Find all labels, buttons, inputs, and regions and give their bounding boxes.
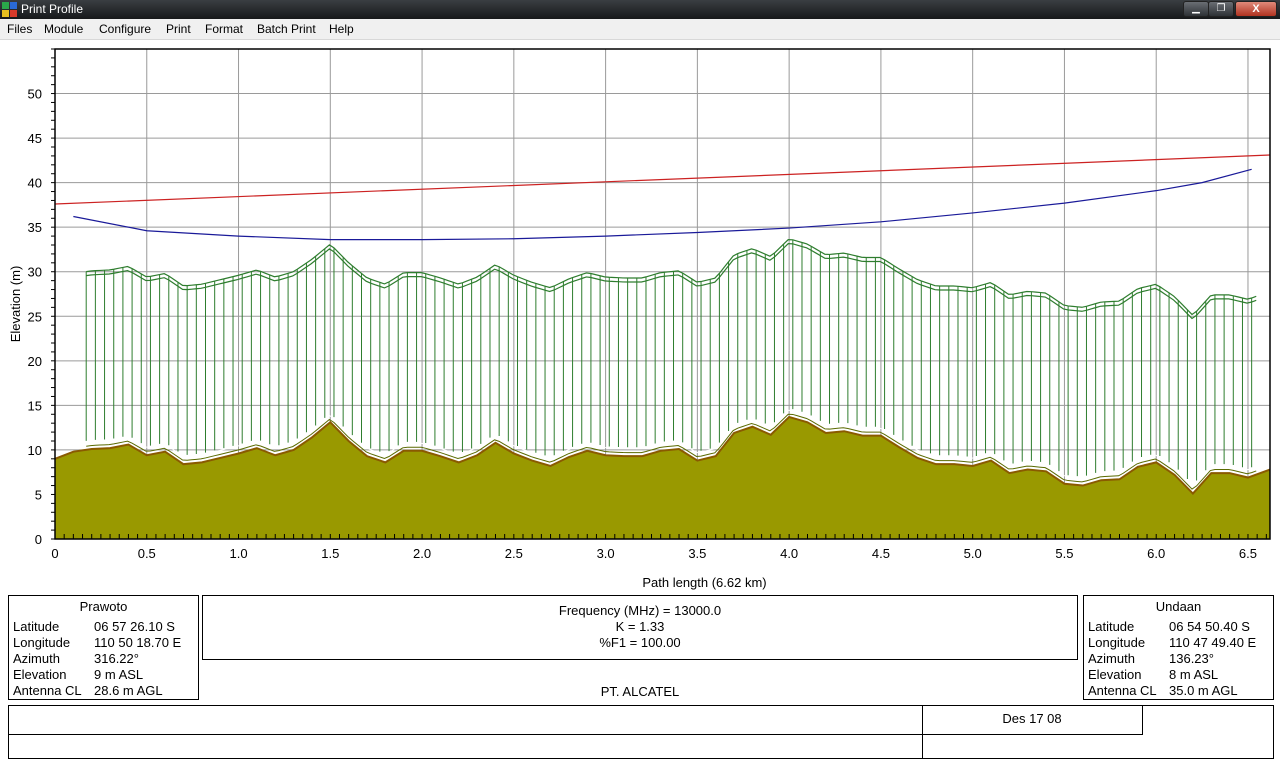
x-tick-label: 4.0 <box>780 546 798 561</box>
company-name: PT. ALCATEL <box>600 684 680 699</box>
menu-bar: Files Module Configure Print Format Batc… <box>0 19 1280 40</box>
site-left-name: Prawoto <box>79 599 128 614</box>
y-tick-label: 20 <box>28 354 42 369</box>
frequency-text: Frequency (MHz) = 13000.0 <box>558 603 722 618</box>
x-tick-label: 0.5 <box>138 546 156 561</box>
site-right-value: 06 54 50.40 S <box>1169 619 1250 634</box>
x-tick-label: 2.5 <box>505 546 523 561</box>
site-right-value: 8 m ASL <box>1169 667 1219 682</box>
x-tick-label: 1.5 <box>321 546 339 561</box>
close-button[interactable]: X <box>1235 1 1277 17</box>
x-tick-label: 1.0 <box>229 546 247 561</box>
site-left-value: 06 57 26.10 S <box>94 619 175 634</box>
y-tick-label: 25 <box>28 309 42 324</box>
x-tick-label: 6.5 <box>1239 546 1257 561</box>
x-tick-label: 3.0 <box>597 546 615 561</box>
y-tick-label: 45 <box>28 131 42 146</box>
footer-cell <box>923 735 1274 759</box>
k-factor-text: K = 1.33 <box>615 619 665 634</box>
footer-date: Des 17 08 <box>1002 711 1062 726</box>
site-left-value: 28.6 m AGL <box>94 683 163 698</box>
site-left-label: Antenna CL <box>13 683 82 698</box>
site-right-label: Latitude <box>1088 619 1135 634</box>
site-left-panel: Prawoto Latitude 06 57 26.10 S Longitude… <box>8 595 199 700</box>
y-tick-label: 5 <box>35 487 42 502</box>
profile-chart: 0 0.5 1.0 1.5 2.0 2.5 3.0 3.5 4.0 4.5 5.0 5.5 6.0 6.5… <box>8 48 1271 590</box>
site-right-value: 110 47 49.40 E <box>1169 635 1257 650</box>
footer-cell <box>9 706 923 735</box>
site-right-panel: Undaan Latitude 06 54 50.40 S Longitude … <box>1083 595 1274 700</box>
y-tick-label: 30 <box>28 265 42 280</box>
site-right-label: Antenna CL <box>1088 683 1157 698</box>
x-tick-label: 3.5 <box>688 546 706 561</box>
site-left-value: 316.22° <box>94 651 139 666</box>
site-left-label: Latitude <box>13 619 60 634</box>
menu-files[interactable]: Files <box>7 22 32 36</box>
site-left-value: 9 m ASL <box>94 667 144 682</box>
footer-cell <box>9 735 923 759</box>
y-axis-label: Elevation (m) <box>8 266 23 343</box>
site-left-label: Elevation <box>13 667 67 682</box>
site-left-value: 110 50 18.70 E <box>94 635 182 650</box>
window-title: Print Profile <box>21 2 84 16</box>
x-tick-label: 2.0 <box>413 546 431 561</box>
title-bar: Print Profile ▁ ❐ X <box>0 0 1280 19</box>
maximize-button[interactable]: ❐ <box>1208 1 1234 17</box>
x-tick-label: 5.5 <box>1055 546 1073 561</box>
y-tick-label: 40 <box>28 176 42 191</box>
menu-batch-print[interactable]: Batch Print <box>257 22 316 36</box>
y-tick-label: 35 <box>28 220 42 235</box>
site-left-label: Longitude <box>13 635 71 650</box>
app-icon <box>2 2 17 17</box>
fresnel-percent-text: %F1 = 100.00 <box>599 635 681 650</box>
minimize-button[interactable]: ▁ <box>1183 1 1209 17</box>
site-right-value: 136.23° <box>1169 651 1214 666</box>
menu-format[interactable]: Format <box>205 22 243 36</box>
menu-module[interactable]: Module <box>44 22 83 36</box>
site-right-label: Azimuth <box>1088 651 1135 666</box>
x-tick-label: 6.0 <box>1147 546 1165 561</box>
site-right-label: Longitude <box>1088 635 1146 650</box>
x-axis-label: Path length (6.62 km) <box>642 575 766 590</box>
menu-help[interactable]: Help <box>329 22 354 36</box>
site-right-name: Undaan <box>1155 599 1202 614</box>
site-left-label: Azimuth <box>13 651 60 666</box>
menu-configure[interactable]: Configure <box>99 22 151 36</box>
x-tick-label: 0 <box>51 546 58 561</box>
x-tick-label: 5.0 <box>964 546 982 561</box>
y-tick-label: 10 <box>28 443 42 458</box>
y-tick-label: 50 <box>28 87 42 102</box>
menu-print[interactable]: Print <box>166 22 191 36</box>
site-right-value: 35.0 m AGL <box>1169 683 1238 698</box>
y-tick-label: 0 <box>35 532 42 547</box>
y-tick-label: 15 <box>28 398 42 413</box>
site-right-label: Elevation <box>1088 667 1142 682</box>
x-tick-label: 4.5 <box>872 546 890 561</box>
link-parameters-panel: Frequency (MHz) = 13000.0 K = 1.33 %F1 =… <box>202 595 1078 660</box>
